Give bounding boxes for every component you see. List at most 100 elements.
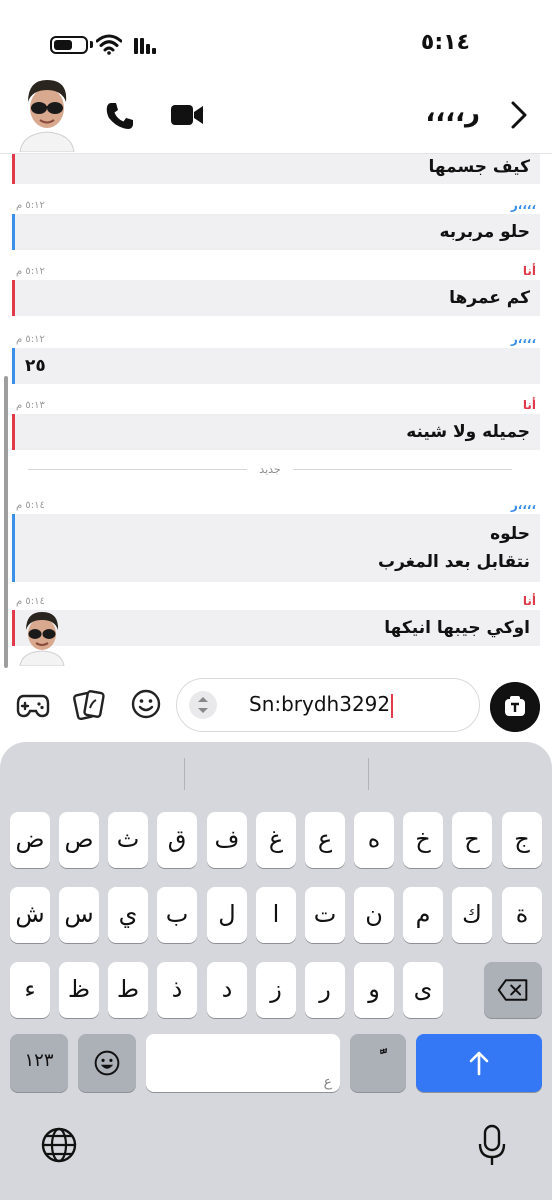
globe-icon[interactable]	[40, 1126, 78, 1164]
key[interactable]: ر	[305, 962, 345, 1018]
message-time: ٥:١٣ م	[16, 399, 45, 411]
message: ٥:١٢ م ر،،،، حلو مربربه	[12, 196, 540, 250]
message-bubble[interactable]: اوكي جيبها انيكها	[12, 610, 540, 646]
key[interactable]: ن	[354, 887, 394, 943]
message-text: كيف جسمها	[428, 157, 530, 177]
key[interactable]: و	[354, 962, 394, 1018]
key[interactable]: ت	[305, 887, 345, 943]
key[interactable]: ذ	[157, 962, 197, 1018]
key[interactable]: ى	[403, 962, 443, 1018]
keyboard: ض ص ث ق ف غ ع ه خ ح ج ش س ي ب ل ا ت ن م …	[0, 742, 552, 1200]
key[interactable]: ظ	[59, 962, 99, 1018]
message-sender: أنا	[522, 264, 536, 278]
key[interactable]: ص	[59, 812, 99, 868]
message-bubble[interactable]: حلوه نتقابل بعد المغرب	[12, 514, 540, 582]
message-text: نتقابل بعد المغرب	[378, 552, 530, 572]
message: ٥:١٤ م أنا اوكي جيبها انيكها	[12, 592, 540, 646]
message-text: ٢٥	[25, 356, 46, 376]
message: كيف جسمها	[12, 154, 540, 184]
message-time: ٥:١٤ م	[16, 499, 45, 511]
message: ٥:١٢ م أنا كم عمرها	[12, 262, 540, 316]
message: ٥:١٤ م ر،،،، حلوه نتقابل بعد المغرب	[12, 496, 540, 582]
backspace-key[interactable]	[484, 962, 542, 1018]
message-sender: أنا	[522, 398, 536, 412]
key[interactable]: د	[207, 962, 247, 1018]
key[interactable]: ل	[207, 887, 247, 943]
message-sender: أنا	[522, 594, 536, 608]
emoji-key[interactable]	[78, 1034, 136, 1092]
key[interactable]: خ	[403, 812, 443, 868]
message-sender: ر،،،،	[510, 332, 536, 346]
key[interactable]: ش	[10, 887, 50, 943]
numbers-key[interactable]: ١٢٣	[10, 1034, 68, 1092]
video-icon[interactable]	[170, 102, 204, 128]
key[interactable]: ة	[502, 887, 542, 943]
key[interactable]: م	[403, 887, 443, 943]
message-input-value: Sn:brydh3292	[249, 692, 394, 718]
key[interactable]: ا	[256, 887, 296, 943]
signal-icon	[134, 38, 156, 54]
key[interactable]: ق	[157, 812, 197, 868]
space-key[interactable]: ع	[146, 1034, 340, 1092]
avatar	[19, 612, 65, 666]
message-time: ٥:١٤ م	[16, 595, 45, 607]
key[interactable]: س	[59, 887, 99, 943]
battery-tip	[90, 41, 93, 48]
message-sender: ر،،،،	[510, 198, 536, 212]
smiley-icon	[94, 1050, 120, 1076]
key[interactable]: ع	[305, 812, 345, 868]
key[interactable]: ض	[10, 812, 50, 868]
diacritics-key[interactable]: ًّ	[350, 1034, 406, 1092]
wifi-icon	[96, 34, 122, 55]
avatar[interactable]	[18, 72, 76, 152]
message-time: ٥:١٢ م	[16, 199, 45, 211]
message-bubble[interactable]: جميله ولا شينه	[12, 414, 540, 450]
message-time: ٥:١٢ م	[16, 333, 45, 345]
key[interactable]: ء	[10, 962, 50, 1018]
message: ٥:١٢ م ر،،،، ٢٥	[12, 330, 540, 384]
backspace-icon	[497, 979, 528, 1001]
send-key[interactable]	[416, 1034, 542, 1092]
message-bubble[interactable]: حلو مربربه	[12, 214, 540, 250]
message-text: حلو مربربه	[439, 222, 530, 242]
key[interactable]: ب	[157, 887, 197, 943]
scroll-indicator	[4, 376, 8, 668]
message-text: اوكي جيبها انيكها	[384, 618, 530, 638]
new-messages-divider: جديد	[28, 460, 513, 478]
game-controller-icon[interactable]	[16, 690, 50, 720]
composer-row: Sn:brydh3292	[0, 668, 552, 742]
message-text: كم عمرها	[449, 288, 530, 308]
chat-title[interactable]: ر،،،،	[426, 98, 480, 128]
key[interactable]: ي	[108, 887, 148, 943]
phone-icon[interactable]	[104, 100, 136, 132]
message-bubble[interactable]: كيف جسمها	[12, 154, 540, 184]
key[interactable]: ط	[108, 962, 148, 1018]
key[interactable]: ز	[256, 962, 296, 1018]
key[interactable]: ه	[354, 812, 394, 868]
chat-messages[interactable]: كيف جسمها ٥:١٢ م ر،،،، حلو مربربه ٥:١٢ م…	[0, 154, 552, 668]
message-time: ٥:١٢ م	[16, 265, 45, 277]
key[interactable]: ج	[502, 812, 542, 868]
key[interactable]: ك	[452, 887, 492, 943]
message-text: جميله ولا شينه	[406, 422, 530, 442]
message-bubble[interactable]: ٢٥	[12, 348, 540, 384]
chevron-right-icon[interactable]	[508, 100, 530, 130]
status-bar: ٥:١٤	[0, 0, 552, 80]
cards-icon[interactable]	[72, 688, 106, 722]
divider-label: جديد	[259, 462, 281, 476]
message: ٥:١٣ م أنا جميله ولا شينه	[12, 396, 540, 450]
space-key-hint: ع	[323, 1074, 332, 1090]
key[interactable]: ف	[207, 812, 247, 868]
expand-arrows-icon[interactable]	[189, 691, 217, 719]
message-bubble[interactable]: كم عمرها	[12, 280, 540, 316]
key[interactable]: ح	[452, 812, 492, 868]
camera-button[interactable]	[490, 682, 540, 732]
key[interactable]: ث	[108, 812, 148, 868]
key[interactable]: غ	[256, 812, 296, 868]
battery-icon	[50, 36, 88, 54]
microphone-icon[interactable]	[478, 1124, 506, 1168]
text-caret	[391, 693, 394, 718]
smiley-icon[interactable]	[130, 688, 162, 720]
message-input[interactable]: Sn:brydh3292	[176, 678, 480, 732]
arrow-up-icon	[469, 1051, 489, 1076]
